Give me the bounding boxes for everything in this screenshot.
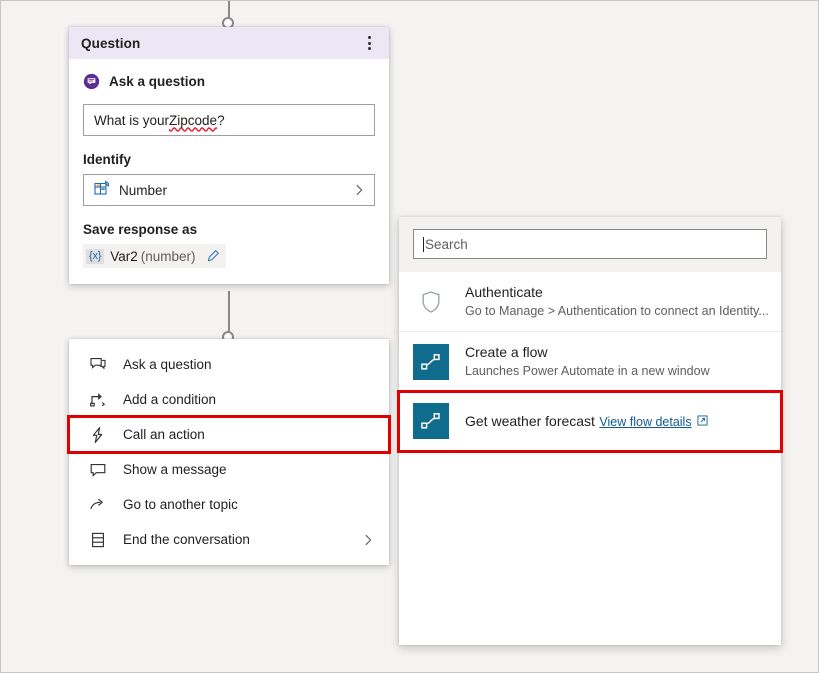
flow-icon	[413, 343, 449, 380]
list-item-title: Get weather forecast	[465, 412, 595, 429]
condition-icon	[89, 391, 107, 409]
flyout-search-area: Search	[399, 217, 781, 272]
menu-item-label: Ask a question	[123, 357, 212, 372]
lightning-bolt-icon	[89, 426, 107, 444]
message-icon	[89, 461, 107, 479]
ask-question-icon	[83, 73, 100, 90]
list-item-subtitle: Go to Manage > Authentication to connect…	[465, 304, 769, 318]
search-input[interactable]: Search	[413, 229, 767, 259]
response-variable-chip[interactable]: {x} Var2 (number)	[83, 244, 226, 268]
question-node-header: Question	[69, 27, 389, 59]
menu-item-label: End the conversation	[123, 532, 250, 547]
action-list: Authenticate Go to Manage > Authenticati…	[397, 272, 783, 453]
list-item-text: Authenticate Go to Manage > Authenticati…	[465, 283, 769, 320]
question-node[interactable]: Question Ask a question What is your Zip…	[69, 27, 389, 284]
chevron-right-icon	[352, 183, 366, 197]
ask-a-question-row: Ask a question	[83, 73, 375, 90]
ask-question-label: Ask a question	[109, 74, 206, 89]
menu-item-ask-a-question[interactable]: Ask a question	[69, 347, 389, 382]
identify-label: Identify	[83, 152, 132, 167]
redirect-arrow-icon	[89, 496, 107, 514]
text-caret	[423, 236, 424, 252]
flow-icon	[413, 403, 449, 439]
menu-item-label: Add a condition	[123, 392, 217, 407]
identify-entity-picker[interactable]: Number	[83, 174, 375, 206]
question-node-body: Ask a question What is your Zipcode? Ide…	[69, 59, 389, 284]
save-response-label: Save response as	[83, 222, 198, 237]
menu-item-go-to-another-topic[interactable]: Go to another topic	[69, 487, 389, 522]
ask-question-icon	[89, 356, 107, 374]
menu-item-call-an-action[interactable]: Call an action	[67, 415, 391, 454]
list-item-title: Create a flow	[465, 344, 548, 360]
list-item-get-weather-forecast[interactable]: Get weather forecast View flow details	[397, 390, 783, 453]
menu-item-label: Show a message	[123, 462, 227, 477]
open-in-new-icon	[697, 414, 708, 430]
node-action-menu[interactable]: Ask a question Add a condition Call an a…	[67, 339, 391, 565]
view-flow-details-link[interactable]: View flow details	[599, 414, 708, 430]
flow-icon-tile	[413, 403, 449, 439]
menu-item-end-the-conversation[interactable]: End the conversation	[69, 522, 389, 557]
variable-badge: {x}	[86, 248, 105, 264]
chevron-right-icon	[361, 533, 375, 547]
entity-grid-icon	[94, 179, 110, 201]
list-item-text: Create a flow Launches Power Automate in…	[465, 343, 767, 380]
list-item-authenticate[interactable]: Authenticate Go to Manage > Authenticati…	[399, 272, 781, 332]
variable-name: Var2	[110, 248, 138, 264]
more-vertical-icon[interactable]	[359, 31, 379, 55]
menu-item-add-a-condition[interactable]: Add a condition	[69, 382, 389, 417]
question-text-misspelled: Zipcode	[169, 112, 218, 128]
question-text-prefix: What is your	[94, 112, 170, 128]
list-item-subtitle: Launches Power Automate in a new window	[465, 364, 710, 378]
node-title: Question	[81, 35, 141, 51]
menu-item-label: Go to another topic	[123, 497, 238, 512]
menu-item-label: Call an action	[123, 427, 205, 442]
list-item-create-a-flow[interactable]: Create a flow Launches Power Automate in…	[399, 332, 781, 392]
variable-type: (number)	[140, 248, 196, 264]
search-placeholder: Search	[425, 236, 468, 252]
end-list-icon	[89, 531, 107, 549]
question-text-input[interactable]: What is your Zipcode?	[83, 104, 375, 136]
connector-line-bottom	[228, 291, 230, 335]
shield-icon	[413, 284, 449, 320]
menu-item-show-a-message[interactable]: Show a message	[69, 452, 389, 487]
pencil-icon[interactable]	[206, 249, 220, 263]
identify-value: Number	[119, 182, 168, 198]
flow-icon-tile	[413, 343, 449, 380]
list-item-title: Authenticate	[465, 284, 543, 300]
app-root: Question Ask a question What is your Zip…	[0, 0, 819, 673]
action-picker-flyout[interactable]: Search Authenticate Go to Manage > Authe…	[397, 217, 783, 645]
list-item-text: Get weather forecast View flow details	[465, 412, 767, 431]
view-flow-details-label: View flow details	[599, 414, 692, 429]
question-text-suffix: ?	[217, 112, 225, 128]
